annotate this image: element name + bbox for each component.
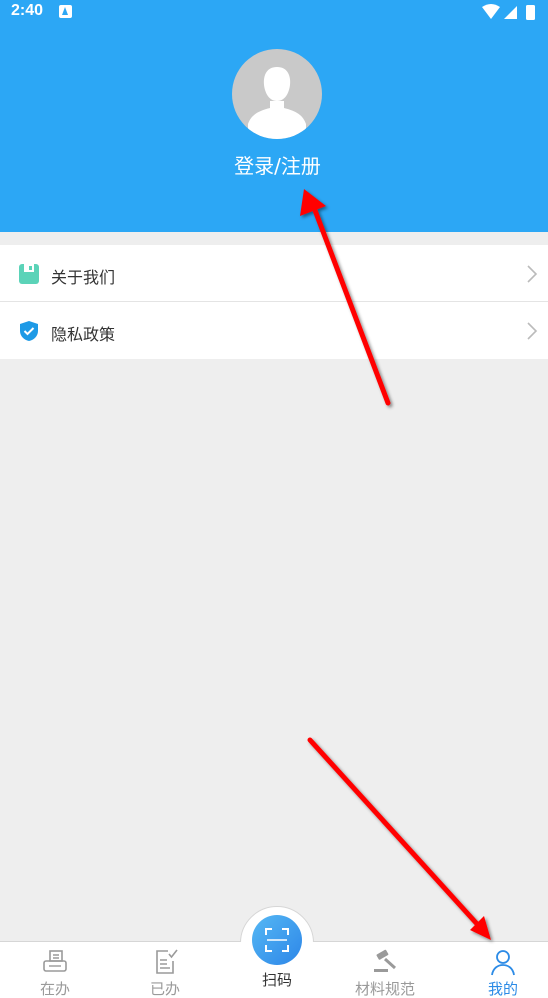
about-icon — [19, 264, 39, 284]
scan-icon — [265, 928, 289, 952]
gavel-icon — [374, 949, 397, 972]
login-register-link[interactable]: 登录/注册 — [0, 150, 548, 179]
status-bar: 2:40 — [0, 0, 548, 24]
tab-completed[interactable]: 已办 — [110, 942, 220, 998]
battery-icon — [526, 5, 535, 20]
status-icons — [482, 4, 535, 20]
signal-icon — [504, 6, 517, 19]
chevron-right-icon — [527, 322, 538, 340]
avatar[interactable] — [232, 49, 322, 139]
shield-icon — [20, 321, 38, 341]
settings-menu: 关于我们 隐私政策 — [0, 245, 548, 359]
menu-item-label: 隐私政策 — [51, 325, 116, 344]
status-time: 2:40 — [11, 2, 44, 19]
tab-material-standards[interactable]: 材料规范 — [330, 942, 440, 998]
scan-button[interactable] — [252, 915, 302, 965]
menu-item-label: 关于我们 — [51, 268, 116, 287]
tab-in-progress[interactable]: 在办 — [0, 942, 110, 998]
tab-label: 已办 — [149, 980, 180, 998]
arrow-to-mine-tab — [307, 737, 491, 940]
menu-item-privacy[interactable]: 隐私政策 — [0, 302, 548, 359]
tab-label: 我的 — [487, 980, 518, 998]
default-avatar-icon — [248, 67, 306, 139]
menu-item-about[interactable]: 关于我们 — [0, 245, 548, 302]
tab-label: 在办 — [39, 980, 70, 998]
tab-mine[interactable]: 我的 — [448, 942, 548, 998]
profile-header: 2:40 登录/注册 — [0, 0, 548, 232]
tab-label: 材料规范 — [354, 980, 415, 998]
scan-label: 扫码 — [261, 971, 292, 989]
document-check-icon — [156, 949, 178, 974]
chevron-right-icon — [527, 265, 538, 283]
wifi-icon — [482, 4, 500, 19]
user-icon — [491, 950, 515, 976]
notification-icon — [59, 5, 72, 18]
printer-icon — [43, 950, 67, 972]
